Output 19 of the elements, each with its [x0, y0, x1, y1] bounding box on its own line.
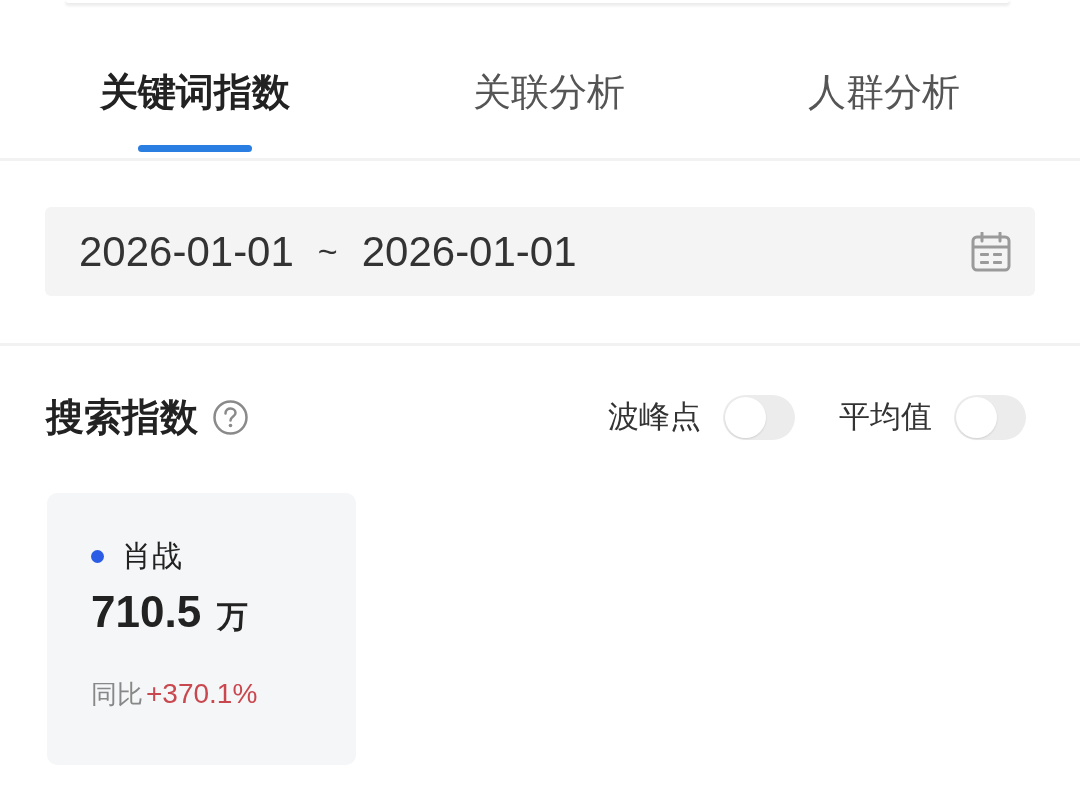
tab[interactable]: 关键词指数	[100, 4, 290, 158]
toggle-switch[interactable]	[723, 394, 795, 440]
toggle-label: 平均值	[839, 398, 932, 436]
end-date: 2026-01-01	[361, 227, 577, 276]
help-icon[interactable]	[213, 399, 248, 435]
start-date: 2026-01-01	[79, 227, 294, 276]
calendar-icon[interactable]	[971, 231, 1011, 272]
section-title: 搜索指数	[46, 394, 198, 440]
index-value: 710.5	[91, 586, 202, 638]
change-label: 同比	[91, 678, 143, 711]
date-range-field[interactable]: 2026-01-01 ~ 2026-01-01	[45, 207, 1035, 296]
tab[interactable]: 人群分析	[808, 4, 960, 158]
value-unit: 万	[217, 598, 249, 636]
toggle-switch[interactable]	[954, 394, 1026, 440]
change-value: +370.1%	[146, 677, 258, 711]
tab[interactable]: 关联分析	[473, 4, 625, 158]
keyword-name: 肖战	[122, 537, 182, 574]
range-separator: ~	[317, 232, 338, 271]
toggle-label: 波峰点	[608, 398, 701, 436]
